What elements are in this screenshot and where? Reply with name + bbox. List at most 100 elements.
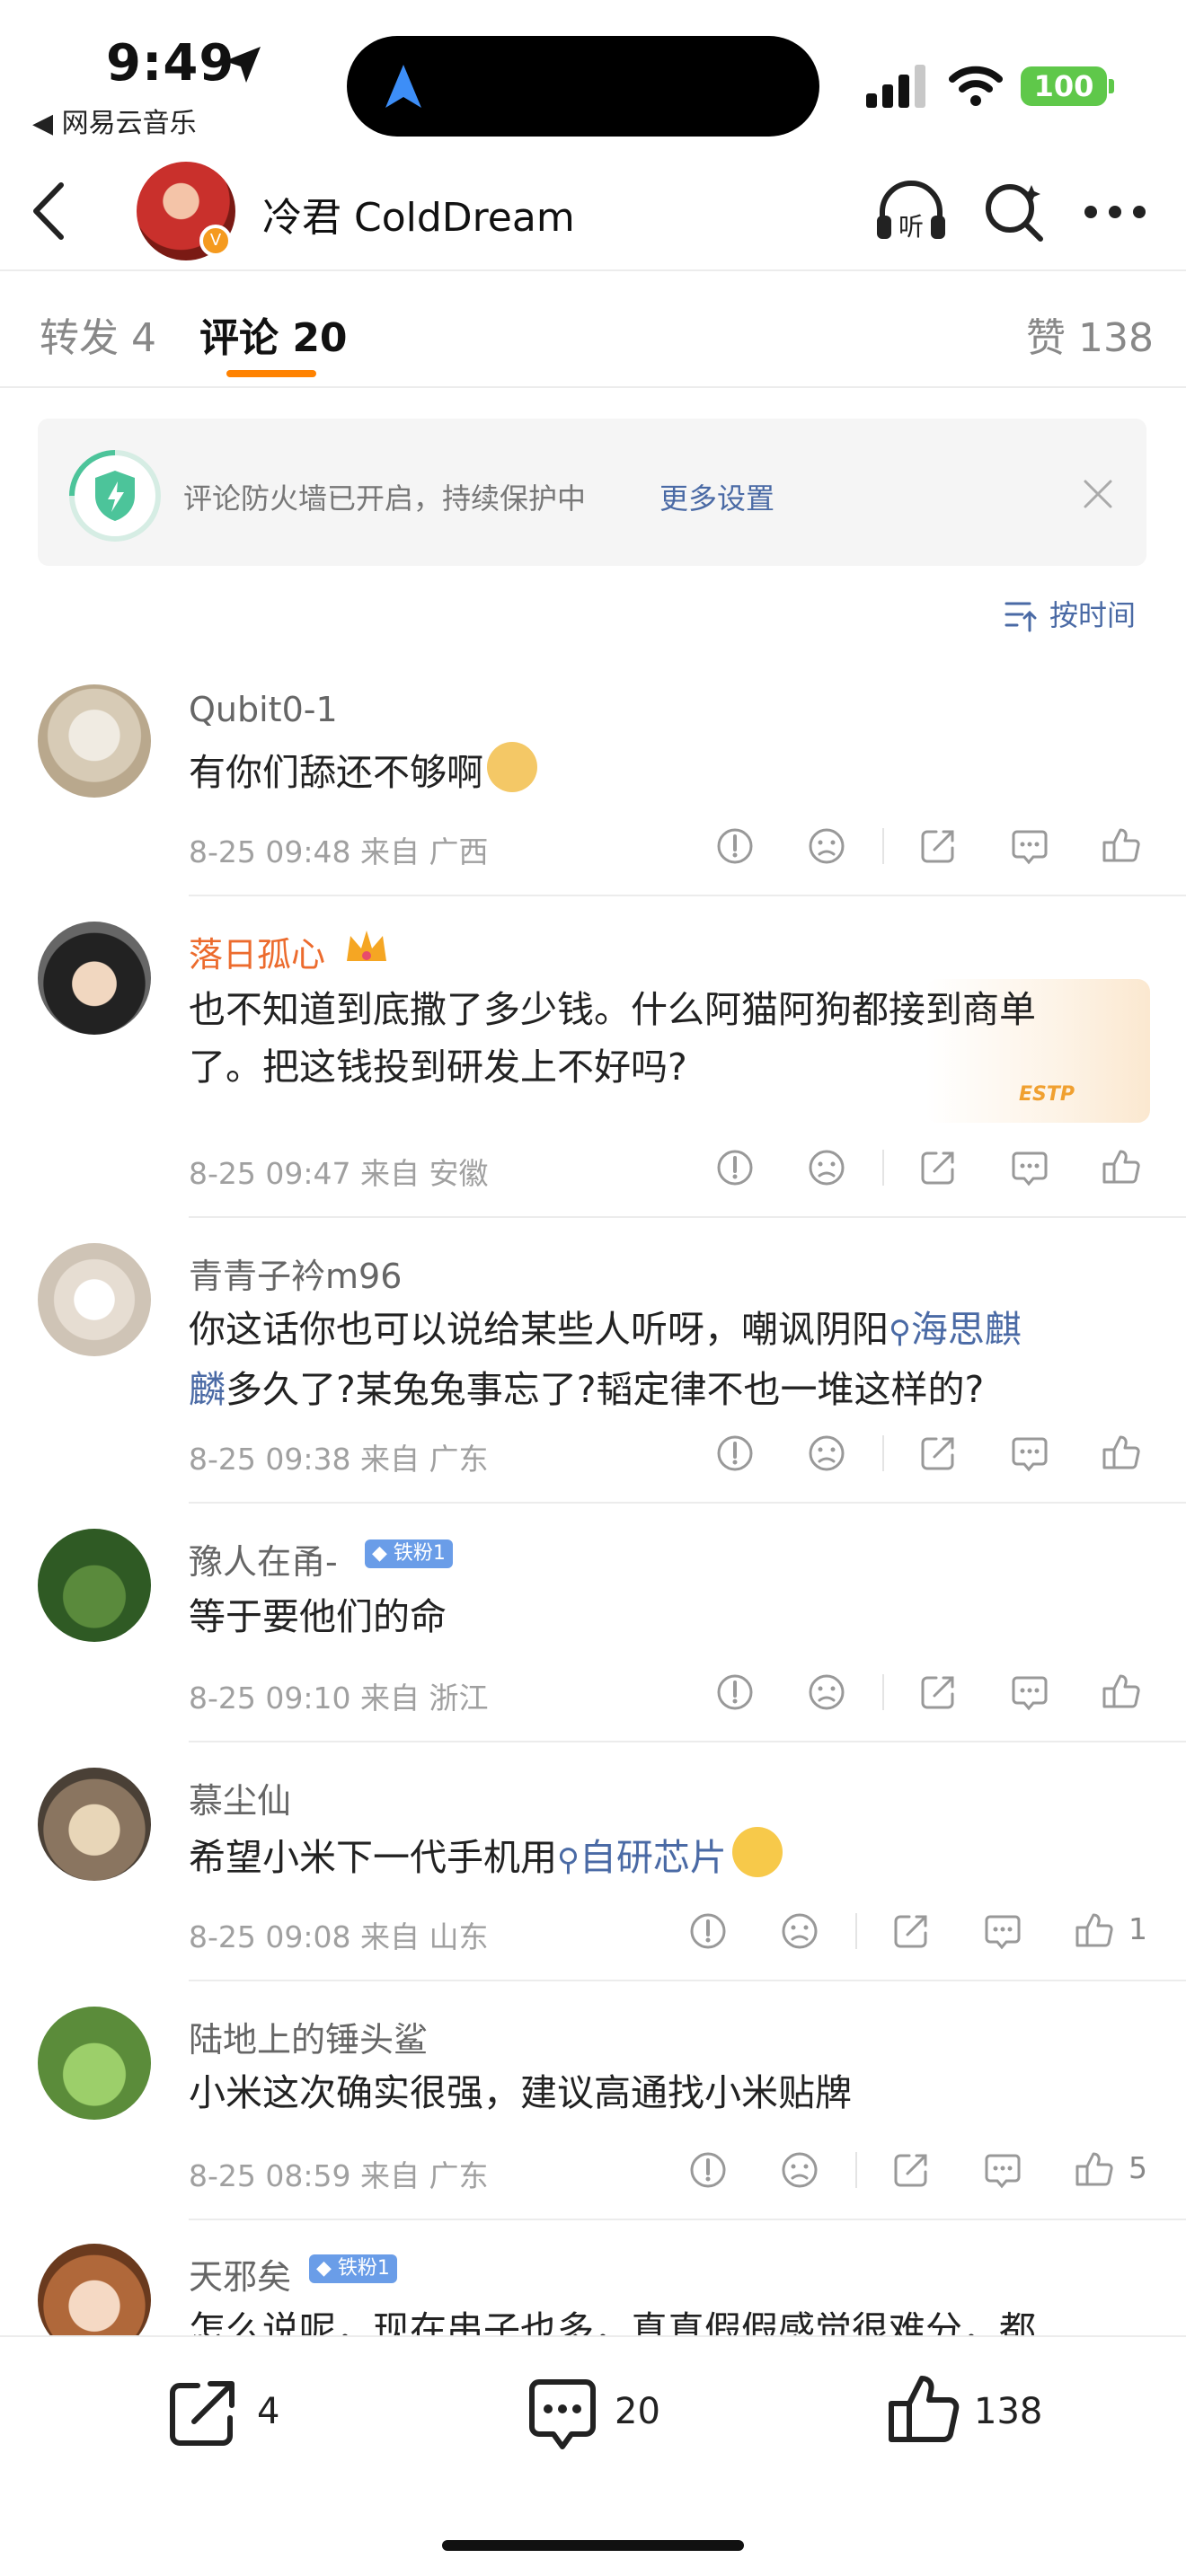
dislike-icon[interactable] <box>780 1911 819 1951</box>
dynamic-island <box>347 36 819 137</box>
report-icon[interactable] <box>715 1672 755 1712</box>
reply-icon[interactable] <box>983 1911 1022 1951</box>
reply-icon[interactable] <box>1010 1148 1049 1187</box>
fan-badge-label: 铁粉1 <box>337 2257 390 2280</box>
fan-badge: ◆ 铁粉1 <box>365 1539 453 1568</box>
back-to-app-link[interactable]: ◀ 网易云音乐 <box>32 101 197 140</box>
dislike-icon[interactable] <box>807 826 846 866</box>
dislike-icon[interactable] <box>807 1672 846 1712</box>
report-icon[interactable] <box>715 1148 755 1187</box>
comment-text-part: 有你们舔还不够啊 <box>189 751 483 794</box>
repost-count[interactable]: 4 <box>257 2391 279 2432</box>
like-icon[interactable] <box>1075 2150 1114 2190</box>
estp-sticker: ESTP <box>1019 1083 1075 1106</box>
topic-search-icon: ⚲ <box>889 1314 911 1350</box>
comment-text: 怎么说呢，现在串子也多，真真假假感觉很难分，都 <box>189 2308 1036 2335</box>
back-arrow-icon[interactable] <box>27 180 72 243</box>
comment-count[interactable]: 20 <box>615 2391 660 2432</box>
share-icon[interactable] <box>918 826 958 866</box>
reply-icon[interactable] <box>1010 1672 1049 1712</box>
like-icon[interactable] <box>1102 1672 1141 1712</box>
tab-comments[interactable]: 评论 20 <box>199 305 348 363</box>
reply-icon[interactable] <box>1010 1434 1049 1473</box>
comment-text: 也不知道到底撒了多少钱。什么阿猫阿狗都接到商单 了。把这钱投到研发上不好吗? <box>189 981 1159 1096</box>
comment-meta: 8-25 09:08 来自 山东 <box>189 1919 489 1954</box>
commenter-name[interactable]: Qubit0-1 <box>189 690 338 729</box>
reply-icon[interactable] <box>983 2150 1022 2190</box>
sort-by-time-button[interactable]: 按时间 <box>1049 593 1136 634</box>
topic-link-chip[interactable]: ⚲自研芯片 <box>557 1836 727 1879</box>
action-separator <box>855 1913 857 1949</box>
topic-link-text: 海思麒 <box>910 1308 1022 1351</box>
commenter-name[interactable]: 天邪矣 <box>189 2249 291 2298</box>
comment-divider <box>189 1980 1186 1981</box>
report-icon[interactable] <box>715 1434 755 1473</box>
commenter-name[interactable]: 落日孤心 <box>189 927 325 976</box>
commenter-name[interactable]: 青青子衿m96 <box>189 1248 402 1298</box>
like-icon[interactable] <box>1102 1434 1141 1473</box>
share-icon[interactable] <box>891 2150 931 2190</box>
like-icon[interactable] <box>1075 1911 1114 1951</box>
like-count[interactable]: 138 <box>974 2391 1042 2432</box>
comment-divider <box>189 1502 1186 1504</box>
report-icon[interactable] <box>688 1911 728 1951</box>
action-separator <box>882 1150 884 1186</box>
commenter-name[interactable]: 陆地上的锤头鲨 <box>189 2012 428 2061</box>
share-icon[interactable] <box>891 1911 931 1951</box>
author-name[interactable]: 冷君 ColdDream <box>262 185 575 243</box>
commenter-avatar[interactable] <box>38 1529 151 1642</box>
action-separator <box>882 1674 884 1710</box>
search-icon[interactable] <box>981 180 1046 244</box>
home-indicator <box>442 2540 744 2551</box>
comment-icon[interactable] <box>527 2377 598 2452</box>
comment-text-part: 多久了?某兔兔事忘了?韬定律不也一堆这样的? <box>226 1368 985 1411</box>
comment-text-part: 希望小米下一代手机用 <box>189 1836 557 1879</box>
battery-indicator: 100 <box>1021 66 1107 106</box>
dislike-icon[interactable] <box>780 2150 819 2190</box>
like-icon[interactable] <box>886 2371 961 2447</box>
wifi-icon <box>949 66 1003 106</box>
commenter-name[interactable]: 慕尘仙 <box>189 1773 291 1822</box>
reply-icon[interactable] <box>1010 826 1049 866</box>
comment-meta: 8-25 09:10 来自 浙江 <box>189 1681 489 1716</box>
commenter-avatar[interactable] <box>38 684 151 798</box>
share-icon[interactable] <box>918 1434 958 1473</box>
navigation-icon <box>385 65 421 108</box>
firewall-banner-text: 评论防火墙已开启，持续保护中 <box>183 481 587 516</box>
commenter-avatar[interactable] <box>38 922 151 1035</box>
commenter-avatar[interactable] <box>38 2007 151 2120</box>
report-icon[interactable] <box>688 2150 728 2190</box>
tabs-divider <box>0 386 1186 388</box>
signal-icon <box>866 65 925 108</box>
action-separator <box>855 2152 857 2188</box>
more-settings-link[interactable]: 更多设置 <box>659 476 774 517</box>
topic-link-continued[interactable]: 麟 <box>189 1368 226 1411</box>
comment-text: 希望小米下一代手机用⚲自研芯片 <box>189 1827 1186 1889</box>
verified-badge-icon: V <box>199 225 232 257</box>
comment-divider <box>189 1741 1186 1742</box>
dislike-icon[interactable] <box>807 1148 846 1187</box>
action-separator <box>882 828 884 864</box>
dislike-icon[interactable] <box>807 1434 846 1473</box>
tab-reposts[interactable]: 转发 4 <box>40 305 156 363</box>
repost-icon[interactable] <box>167 2377 239 2448</box>
report-icon[interactable] <box>715 826 755 866</box>
commenter-avatar[interactable] <box>38 1768 151 1881</box>
commenter-name[interactable]: 豫人在甬- <box>189 1534 338 1584</box>
comment-like-count: 1 <box>1128 1911 1147 1946</box>
crown-icon <box>347 931 386 961</box>
topic-link-hisilicon[interactable]: ⚲海思麒 <box>889 1308 1022 1351</box>
fan-badge: ◆ 铁粉1 <box>309 2254 397 2283</box>
commenter-avatar[interactable] <box>38 1243 151 1356</box>
more-icon[interactable] <box>1084 203 1146 221</box>
share-icon[interactable] <box>918 1148 958 1187</box>
like-icon[interactable] <box>1102 826 1141 866</box>
sort-icon[interactable] <box>1003 596 1039 632</box>
comment-meta: 8-25 09:48 来自 广西 <box>189 834 489 869</box>
close-icon[interactable] <box>1082 478 1114 510</box>
listen-icon[interactable]: 听 <box>873 176 949 248</box>
tab-likes[interactable]: 赞 138 <box>1026 305 1154 363</box>
like-icon[interactable] <box>1102 1148 1141 1187</box>
comment-meta: 8-25 08:59 来自 广东 <box>189 2158 489 2193</box>
share-icon[interactable] <box>918 1672 958 1712</box>
